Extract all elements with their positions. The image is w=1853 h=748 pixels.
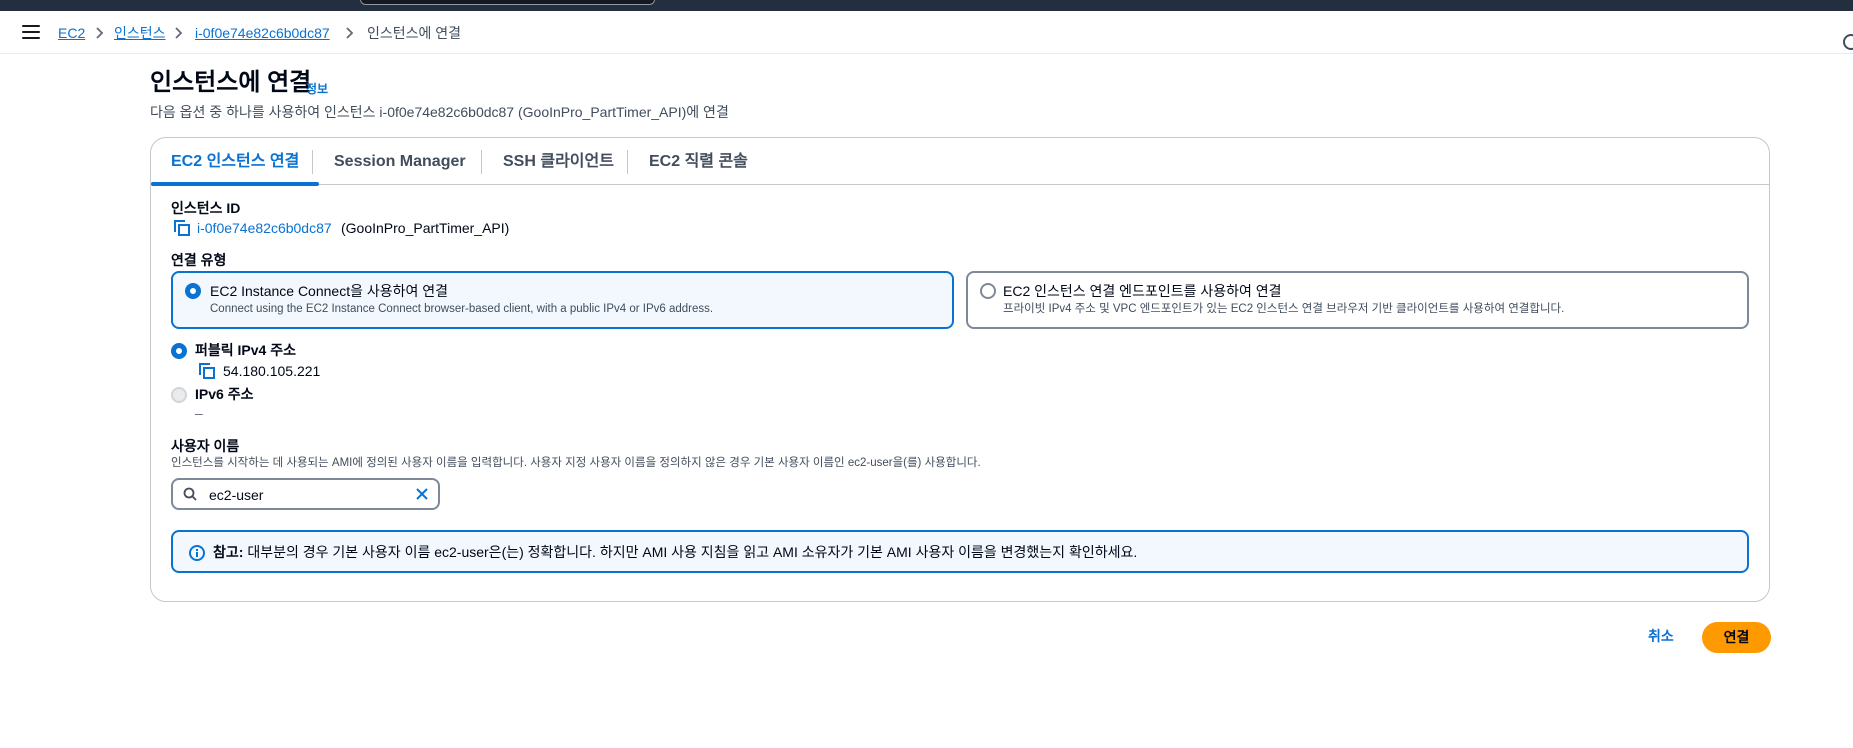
username-value[interactable]: ec2-user	[209, 486, 263, 504]
tab-ssh-client[interactable]: SSH 클라이언트	[483, 138, 634, 185]
username-description: 인스턴스를 시작하는 데 사용되는 AMI에 정의된 사용자 이름을 입력합니다…	[171, 457, 981, 469]
info-link[interactable]: 정보	[306, 80, 328, 97]
option-title: EC2 Instance Connect을 사용하여 연결	[210, 283, 449, 299]
tab-divider	[481, 150, 482, 174]
tab-session-manager[interactable]: Session Manager	[314, 138, 486, 185]
public-ipv4-label: 퍼블릭 IPv4 주소	[195, 342, 296, 358]
radio-button[interactable]	[185, 283, 201, 299]
chevron-right-icon	[346, 27, 354, 39]
chevron-right-icon	[175, 27, 183, 39]
radio-button[interactable]	[980, 283, 996, 299]
alert-text: 참고: 대부분의 경우 기본 사용자 이름 ec2-user은(는) 정확합니다…	[213, 543, 1137, 561]
menu-icon[interactable]	[22, 25, 40, 39]
instance-id-link[interactable]: i-0f0e74e82c6b0dc87	[197, 219, 332, 237]
instance-name: (GooInPro_PartTimer_API)	[341, 220, 510, 236]
radio-ipv6[interactable]	[171, 387, 187, 403]
settings-icon[interactable]	[1843, 34, 1853, 50]
connection-type-label: 연결 유형	[171, 252, 227, 268]
public-ipv4-value: 54.180.105.221	[223, 363, 321, 379]
option-description: Connect using the EC2 Instance Connect b…	[210, 303, 714, 315]
ipv6-label: IPv6 주소	[195, 386, 254, 402]
page-description: 다음 옵션 중 하나를 사용하여 인스턴스 i-0f0e74e82c6b0dc8…	[150, 104, 729, 120]
username-input[interactable]: ec2-user	[171, 478, 440, 510]
option-ec2-instance-connect[interactable]: EC2 Instance Connect을 사용하여 연결 Connect us…	[171, 271, 954, 329]
tab-ec2-instance-connect[interactable]: EC2 인스턴스 연결	[151, 138, 320, 186]
tab-divider	[627, 150, 628, 174]
breadcrumb-current: 인스턴스에 연결	[367, 25, 462, 41]
top-navigation-bar	[0, 0, 1853, 11]
info-icon	[189, 545, 205, 561]
copy-icon[interactable]	[174, 220, 190, 236]
tab-ec2-serial-console[interactable]: EC2 직렬 콘솔	[629, 138, 768, 185]
radio-public-ipv4[interactable]	[171, 343, 187, 359]
search-icon	[183, 487, 197, 501]
breadcrumb: EC2 인스턴스 i-0f0e74e82c6b0dc87 인스턴스에 연결	[0, 11, 1853, 54]
copy-icon[interactable]	[199, 363, 215, 379]
ipv6-value: –	[195, 405, 203, 421]
breadcrumb-ec2[interactable]: EC2	[58, 24, 85, 42]
page-title: 인스턴스에 연결	[150, 69, 312, 96]
info-alert: 참고: 대부분의 경우 기본 사용자 이름 ec2-user은(는) 정확합니다…	[171, 530, 1749, 573]
clear-icon[interactable]	[414, 486, 430, 502]
alert-message: 대부분의 경우 기본 사용자 이름 ec2-user은(는) 정확합니다. 하지…	[243, 544, 1138, 560]
tab-list: EC2 인스턴스 연결 Session Manager SSH 클라이언트 EC…	[151, 138, 1769, 186]
tab-divider	[312, 150, 313, 174]
global-search-bar[interactable]	[360, 0, 655, 5]
option-title: EC2 인스턴스 연결 엔드포인트를 사용하여 연결	[1003, 283, 1282, 299]
option-description: 프라이빗 IPv4 주소 및 VPC 엔드포인트가 있는 EC2 인스턴스 연결…	[1003, 303, 1565, 315]
breadcrumb-instance-id[interactable]: i-0f0e74e82c6b0dc87	[195, 24, 330, 42]
option-endpoint-connect[interactable]: EC2 인스턴스 연결 엔드포인트를 사용하여 연결 프라이빗 IPv4 주소 …	[966, 271, 1749, 329]
username-label: 사용자 이름	[171, 438, 240, 454]
cancel-button[interactable]: 취소	[1648, 627, 1674, 645]
breadcrumb-instances[interactable]: 인스턴스	[114, 24, 166, 42]
connect-button[interactable]: 연결	[1702, 622, 1771, 653]
connect-container: EC2 인스턴스 연결 Session Manager SSH 클라이언트 EC…	[150, 137, 1770, 602]
chevron-right-icon	[96, 27, 104, 39]
instance-id-label: 인스턴스 ID	[171, 200, 241, 216]
alert-prefix: 참고:	[213, 544, 244, 560]
